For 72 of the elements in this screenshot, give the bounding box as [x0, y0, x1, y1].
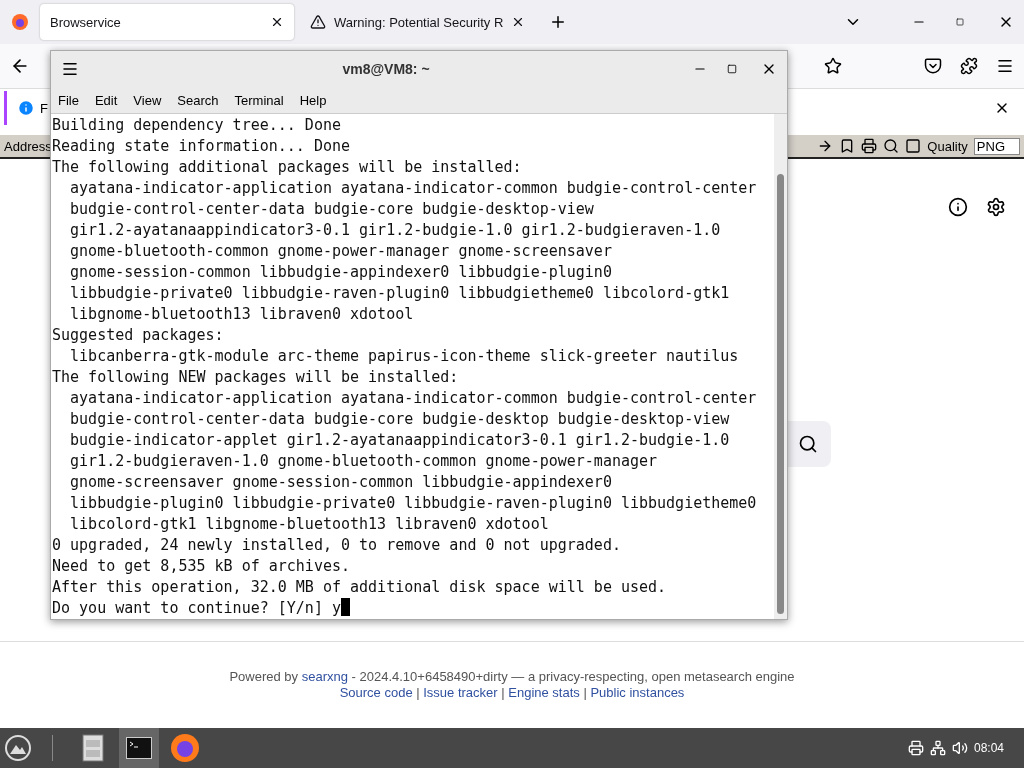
menu-item[interactable]: Help — [299, 92, 327, 108]
start-menu-icon[interactable] — [4, 734, 32, 762]
terminal-line: Suggested packages: — [52, 325, 225, 346]
terminal-line: budgie-control-center-data budgie-core budgie-desktop-view — [69, 199, 595, 220]
terminal-line: libbudgie-plugin0 libbudgie-private0 libbudgie-raven-plugin0 libbudgietheme0 — [69, 493, 758, 514]
browser-tab[interactable]: Warning: Potential Security R — [300, 4, 536, 40]
menu-item[interactable]: Edit — [94, 92, 118, 108]
menu-item[interactable]: Terminal — [234, 92, 284, 108]
footer-link[interactable]: Public instances — [590, 685, 685, 700]
network-icon[interactable] — [929, 740, 946, 756]
settings-icon[interactable] — [986, 197, 1006, 217]
scrollbar[interactable] — [774, 114, 787, 619]
terminal-line: The following NEW packages will be installed: — [52, 367, 460, 388]
maximize-icon[interactable] — [727, 64, 737, 74]
footer-link[interactable]: Engine stats — [508, 685, 580, 700]
search-button[interactable] — [785, 421, 831, 467]
footer-link[interactable]: Issue tracker — [423, 685, 498, 700]
pocket-icon[interactable] — [924, 57, 942, 75]
maximize-icon[interactable] — [956, 18, 964, 26]
footer-text: | — [582, 685, 588, 700]
terminal-line: ayatana-indicator-application ayatana-indicator-common budgie-control-center — [69, 178, 758, 199]
footer-link[interactable]: searxng — [301, 669, 348, 684]
terminal-line: After this operation, 32.0 MB of additional disk space will be used. — [52, 577, 668, 598]
terminal-line: libcolord-gtk1 libgnome-bluetooth13 libraven0 xdotool — [69, 514, 550, 535]
star-icon[interactable] — [824, 57, 842, 75]
terminal-prompt: Do you want to continue? [Y/n] y — [52, 599, 341, 617]
info-icon — [17, 99, 35, 117]
menu-icon[interactable] — [61, 60, 79, 78]
footer-text: Powered by — [229, 669, 300, 684]
warning-icon — [310, 14, 326, 30]
printer-icon[interactable] — [907, 740, 924, 756]
footer-text: | — [500, 685, 506, 700]
terminal-line: gnome-session-common libbudgie-appindexer0 libbudgie-plugin0 — [69, 262, 613, 283]
puzzle-icon[interactable] — [960, 57, 978, 75]
clock[interactable]: 08:04 — [973, 741, 1004, 755]
terminal-line: libgnome-bluetooth13 libraven0 xdotool — [69, 304, 415, 325]
quality-select[interactable]: PNG — [973, 137, 1020, 155]
terminal-line: budgie-control-center-data budgie-core budgie-desktop budgie-desktop-view — [69, 409, 731, 430]
terminal-line: Need to get 8,535 kB of archives. — [52, 556, 351, 577]
menu-item[interactable]: View — [133, 92, 162, 108]
find-icon[interactable] — [883, 138, 900, 154]
footer-link[interactable]: Source code — [339, 685, 413, 700]
footer-text: - 2024.4.10+6458490+dirty — a privacy-respecting, open metasearch engine — [350, 669, 795, 684]
terminal-line: The following additional packages will be installed: — [52, 157, 523, 178]
address-label: Address — [4, 138, 52, 154]
terminal-line: Reading state information... Done — [52, 136, 351, 157]
terminal-line: gnome-bluetooth-common gnome-power-manager gnome-screensaver — [69, 241, 613, 262]
terminal-line: budgie-indicator-applet gir1.2-ayatanaappindicator3-0.1 gir1.2-budgie-1.0 — [69, 430, 731, 451]
menu-item[interactable]: Search — [177, 92, 219, 108]
text-cursor — [341, 598, 350, 616]
file-cabinet-icon[interactable] — [82, 734, 104, 762]
terminal-line: libcanberra-gtk-module arc-theme papirus-icon-theme slick-greeter nautilus — [69, 346, 740, 367]
menu-item[interactable]: File — [58, 92, 79, 108]
close-icon[interactable] — [270, 15, 284, 29]
terminal-icon[interactable] — [126, 737, 152, 759]
terminal-line: Building dependency tree... Done — [52, 115, 342, 136]
terminal-line: gir1.2-ayatanaappindicator3-0.1 gir1.2-budgie-1.0 gir1.2-budgieraven-1.0 — [69, 220, 722, 241]
terminal-line: ayatana-indicator-application ayatana-indicator-common budgie-control-center — [69, 388, 758, 409]
terminal-line: gnome-screensaver gnome-session-common libbudgie-appindexer0 — [69, 472, 613, 493]
footer-text: | — [415, 685, 421, 700]
volume-icon[interactable] — [951, 740, 968, 756]
taskbar-app[interactable] — [119, 728, 159, 768]
info-icon[interactable] — [948, 197, 968, 217]
quality-label: Quality — [927, 138, 968, 154]
terminal-line: gir1.2-budgieraven-1.0 gnome-bluetooth-common gnome-power-manager — [69, 451, 659, 472]
notification-text: F — [40, 100, 48, 116]
terminal-line: 0 upgraded, 24 newly installed, 0 to remove and 0 not upgraded. — [52, 535, 622, 556]
browser-tab[interactable]: Browservice — [40, 4, 294, 40]
search-icon — [798, 434, 818, 454]
menu-icon[interactable] — [996, 57, 1014, 75]
terminal-line: libbudgie-private0 libbudgie-raven-plugin0 libbudgietheme0 libcolord-gtk1 — [69, 283, 731, 304]
window-title: vm8@VM8: ~ — [341, 61, 431, 77]
